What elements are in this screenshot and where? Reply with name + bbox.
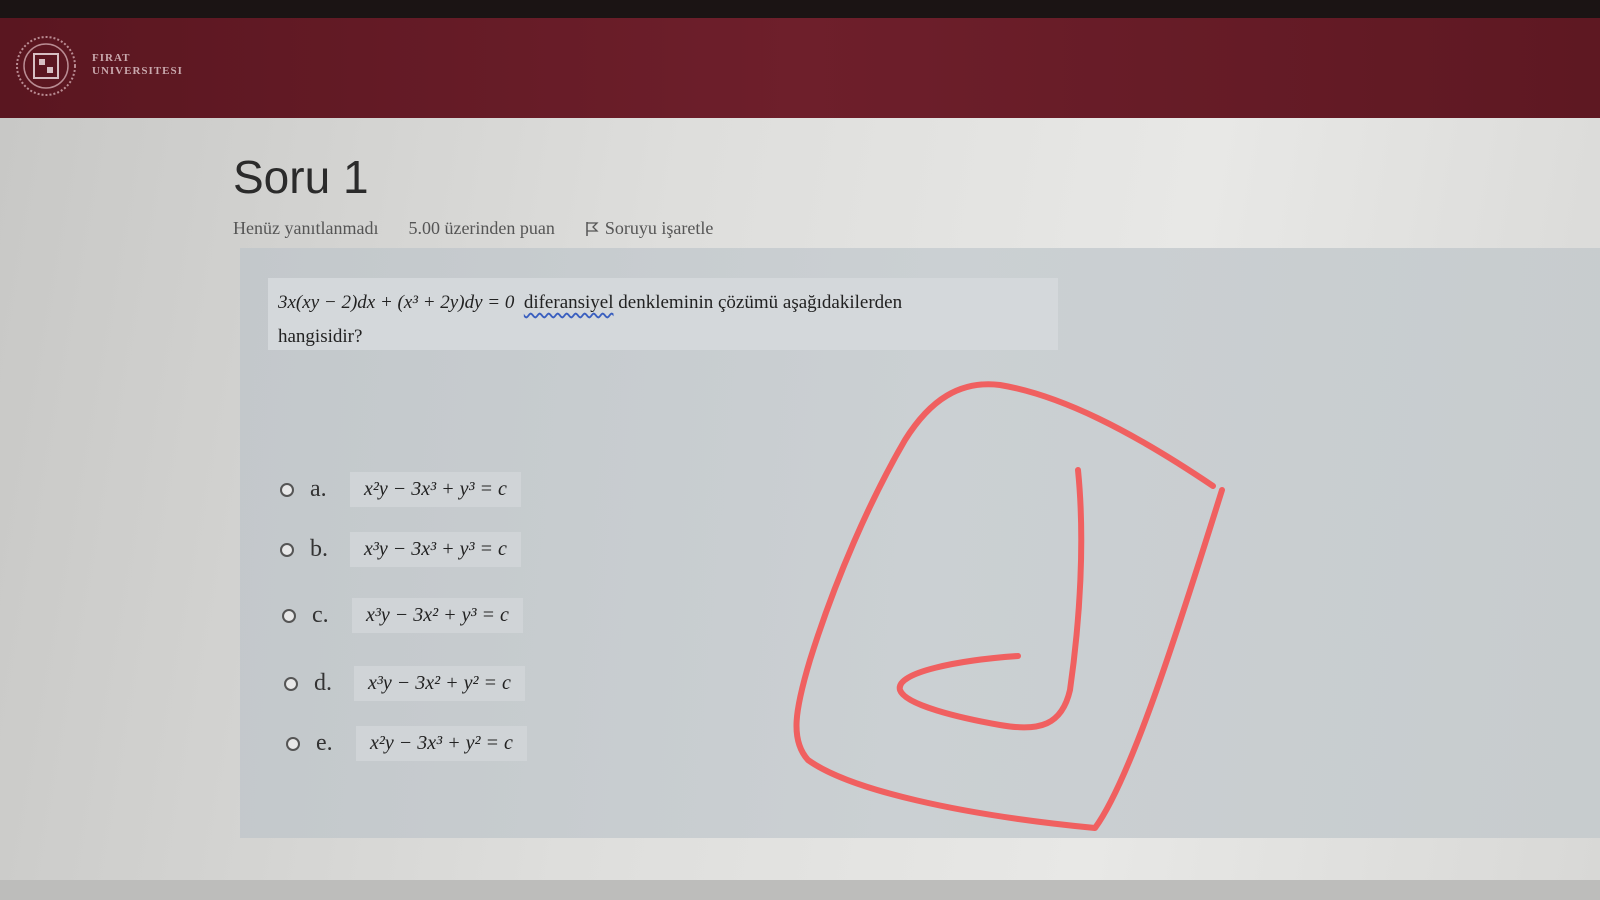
- question-text-rest: denkleminin çözümü aşağıdakilerden: [613, 292, 903, 313]
- answer-option-e[interactable]: e. x²y − 3x³ + y² = c: [286, 726, 527, 761]
- question-text: 3x(xy − 2)dx + (x³ + 2y)dy = 0 diferansi…: [268, 278, 1058, 350]
- flag-icon: [586, 221, 599, 236]
- option-formula: x³y − 3x² + y³ = c: [352, 598, 523, 633]
- option-formula: x²y − 3x³ + y³ = c: [350, 472, 521, 507]
- question-points: 5.00 üzerinden puan: [408, 218, 555, 238]
- option-letter: d.: [314, 670, 332, 696]
- flag-question-label: Soruyu işaretle: [604, 218, 714, 238]
- option-formula: x³y − 3x² + y² = c: [354, 666, 525, 701]
- question-info: Henüz yanıtlanmadı 5.00 üzerinden puan S…: [233, 218, 713, 239]
- university-logo[interactable]: [14, 34, 78, 98]
- answer-option-c[interactable]: c. x³y − 3x² + y³ = c: [282, 598, 523, 633]
- question-equation: 3x(xy − 2)dx + (x³ + 2y)dy = 0: [278, 292, 515, 313]
- top-bar: [0, 0, 1600, 18]
- radio-b[interactable]: [280, 542, 294, 557]
- flag-question-button[interactable]: Soruyu işaretle: [585, 218, 713, 239]
- option-letter: b.: [310, 536, 328, 562]
- option-formula: x²y − 3x³ + y² = c: [356, 726, 527, 761]
- option-letter: c.: [312, 602, 329, 628]
- radio-d[interactable]: [284, 676, 298, 691]
- option-letter: e.: [316, 730, 333, 756]
- option-formula: x³y − 3x³ + y³ = c: [350, 532, 521, 567]
- question-underlined-word: diferansiyel: [523, 292, 614, 313]
- answer-option-a[interactable]: a. x²y − 3x³ + y³ = c: [280, 472, 521, 507]
- university-name: FIRAT UNIVERSITESI: [92, 52, 183, 78]
- site-header: FIRAT UNIVERSITESI: [0, 18, 1600, 118]
- radio-c[interactable]: [282, 608, 296, 623]
- radio-e[interactable]: [286, 736, 300, 751]
- university-name-line2: UNIVERSITESI: [92, 65, 183, 77]
- question-title: Soru 1: [233, 151, 369, 203]
- question-status: Henüz yanıtlanmadı: [233, 218, 379, 238]
- answer-option-b[interactable]: b. x³y − 3x³ + y³ = c: [280, 532, 521, 567]
- answer-option-d[interactable]: d. x³y − 3x² + y² = c: [284, 666, 525, 701]
- university-seal-icon: [16, 36, 76, 96]
- radio-a[interactable]: [280, 482, 294, 497]
- page-footer-edge: [0, 880, 1600, 900]
- option-letter: a.: [310, 476, 327, 502]
- university-name-line1: FIRAT: [92, 52, 131, 64]
- question-text-line2: hangisidir?: [278, 326, 363, 347]
